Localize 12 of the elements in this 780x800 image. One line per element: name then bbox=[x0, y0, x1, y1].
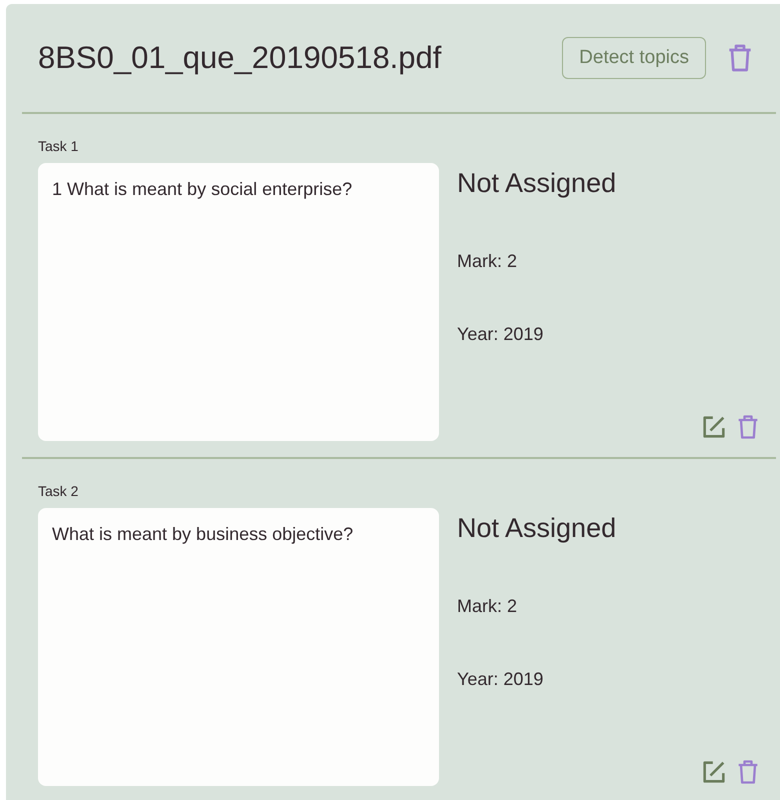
mark-text: Mark: 2 bbox=[457, 596, 518, 617]
file-title: 8BS0_01_que_20190518.pdf bbox=[38, 40, 442, 76]
question-text: What is meant by business objective? bbox=[38, 508, 439, 786]
assignment-status: Not Assigned bbox=[457, 168, 618, 199]
task-label: Task 1 bbox=[38, 138, 80, 154]
detect-topics-button[interactable]: Detect topics bbox=[562, 37, 706, 79]
mark-text: Mark: 2 bbox=[457, 251, 518, 272]
question-text: 1 What is meant by social enterprise? bbox=[38, 163, 439, 441]
year-text: Year: 2019 bbox=[457, 669, 544, 690]
task-label: Task 2 bbox=[38, 483, 80, 499]
year-text: Year: 2019 bbox=[457, 324, 544, 345]
assignment-status: Not Assigned bbox=[457, 513, 618, 544]
